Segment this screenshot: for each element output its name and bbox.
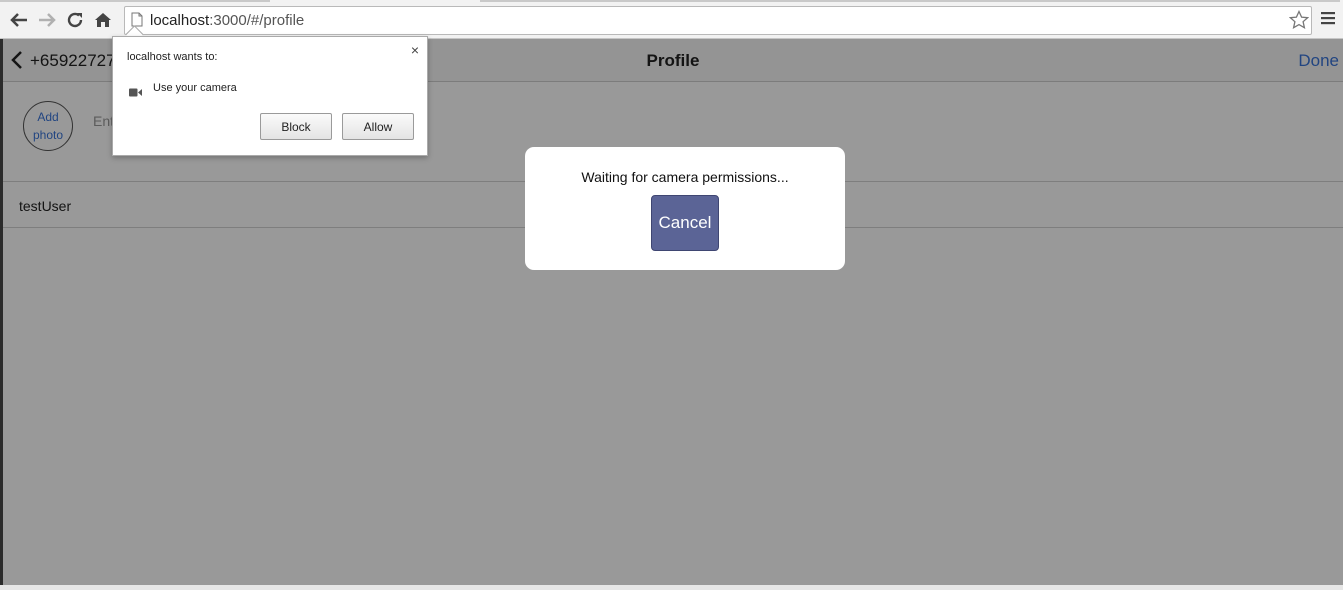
bubble-title: localhost wants to: <box>127 51 218 63</box>
reload-button[interactable] <box>64 9 86 31</box>
arrow-left-icon <box>10 13 27 27</box>
url-host: localhost <box>150 12 210 29</box>
forward-button[interactable] <box>36 9 58 31</box>
camera-permission-modal: Waiting for camera permissions... Cancel <box>525 147 845 270</box>
tab-strip-edge <box>0 0 270 2</box>
browser-toolbar: localhost:3000/#/profile <box>0 0 1343 39</box>
permission-text: Use your camera <box>153 82 237 94</box>
camera-icon <box>129 84 142 102</box>
arrow-right-icon <box>39 13 56 27</box>
bookmark-star-button[interactable] <box>1288 9 1310 35</box>
cancel-button[interactable]: Cancel <box>651 195 719 251</box>
address-bar[interactable]: localhost:3000/#/profile <box>124 6 1312 35</box>
tab-strip-edge <box>480 0 1340 2</box>
url-path: :3000/#/profile <box>209 12 305 29</box>
block-button[interactable]: Block <box>260 113 332 140</box>
star-icon <box>1288 9 1310 29</box>
close-bubble-button[interactable]: × <box>411 42 419 58</box>
reload-icon <box>67 12 83 28</box>
home-icon <box>95 13 111 27</box>
window-bottom-edge <box>0 585 1343 590</box>
home-button[interactable] <box>92 9 114 31</box>
permission-bubble: × localhost wants to: Use your camera Bl… <box>112 36 428 156</box>
back-button[interactable] <box>8 9 30 31</box>
allow-button[interactable]: Allow <box>342 113 414 140</box>
chrome-menu-button[interactable] <box>1320 10 1336 31</box>
hamburger-menu-icon <box>1321 12 1335 25</box>
modal-message: Waiting for camera permissions... <box>581 169 789 185</box>
address-url[interactable]: localhost:3000/#/profile <box>150 12 304 29</box>
